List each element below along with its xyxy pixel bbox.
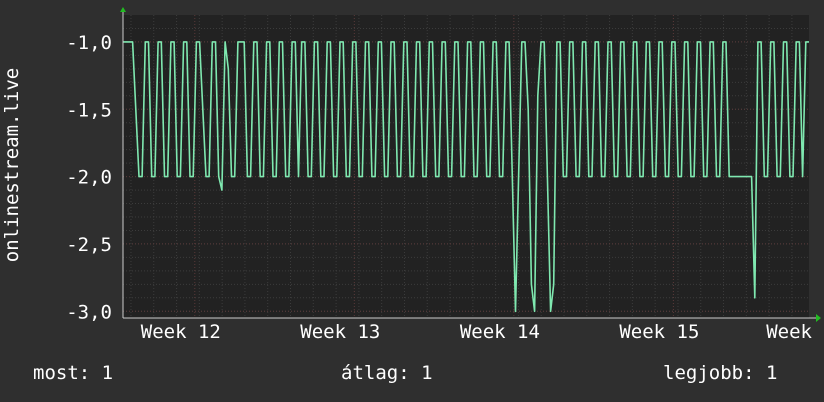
footer-average: átlag: 1 xyxy=(341,362,433,384)
footer-best: legjobb: 1 xyxy=(663,362,778,384)
x-tick-label: Week 15 xyxy=(619,321,699,343)
x-tick-label: Week 12 xyxy=(141,321,221,343)
x-tick-label: Week xyxy=(766,321,812,343)
y-tick-label: -1,5 xyxy=(66,99,112,121)
x-tick-label: Week 13 xyxy=(300,321,380,343)
y-tick-label: -1,0 xyxy=(66,32,112,54)
footer-current: most: 1 xyxy=(33,362,114,384)
y-axis-label: onlinestream.live xyxy=(1,68,23,262)
y-tick-label: -2,0 xyxy=(66,167,112,189)
x-tick-labels: Week 12 Week 13 Week 14 Week 15 Week xyxy=(141,321,813,343)
y-axis-arrow xyxy=(120,7,126,12)
y-tick-label: -2,5 xyxy=(66,234,112,256)
chart: -1,0-1,5-2,0-2,5-3,0 Week 12 Week 13 Week … xyxy=(1,7,821,343)
x-tick-label: Week 14 xyxy=(460,321,540,343)
y-tick-label: -3,0 xyxy=(66,301,112,323)
plot-area xyxy=(123,15,809,318)
y-tick-labels: -1,0 -1,5 -2,0 -2,5 -3,0 xyxy=(66,32,112,323)
x-axis-arrow xyxy=(816,314,821,322)
